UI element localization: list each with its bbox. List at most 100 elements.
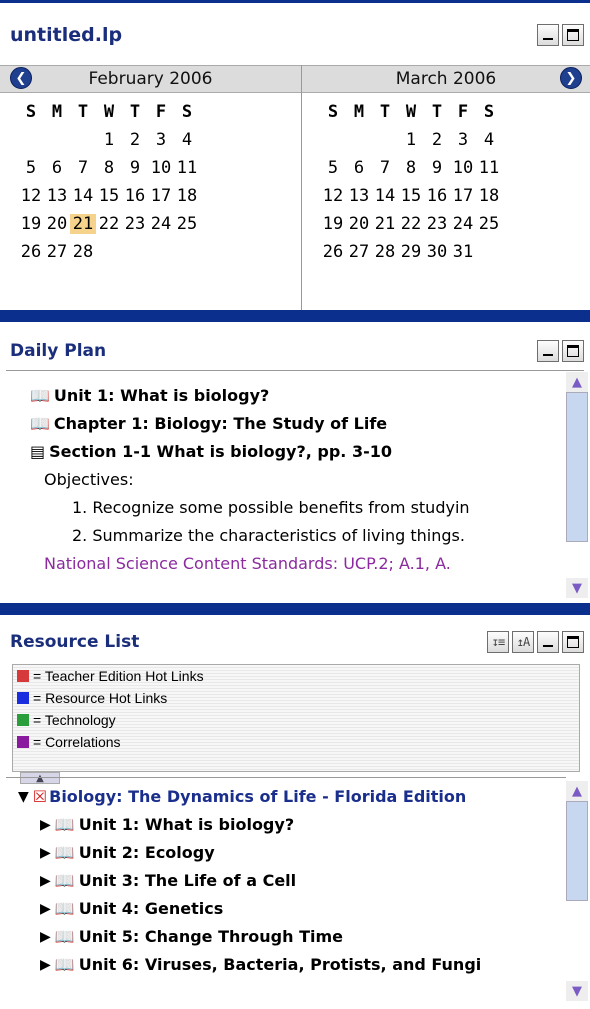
day-cell[interactable]: 7 [372,158,398,178]
day-cell[interactable]: 16 [122,186,148,206]
day-cell[interactable]: 18 [174,186,200,206]
day-cell[interactable]: 5 [320,158,346,178]
day-cell[interactable]: 1 [398,130,424,150]
maximize-button[interactable] [562,340,584,362]
day-cell[interactable]: 16 [424,186,450,206]
day-cell[interactable]: 22 [96,214,122,234]
maximize-button[interactable] [562,631,584,653]
day-cell[interactable]: 10 [450,158,476,178]
day-cell[interactable]: 24 [450,214,476,234]
day-cell[interactable]: 13 [44,186,70,206]
day-cell[interactable]: 20 [346,214,372,234]
day-cell[interactable]: 31 [450,242,476,262]
tree-unit-item[interactable]: ▶ 📖 Unit 3: The Life of a Cell [40,871,296,890]
day-cell[interactable]: 21 [372,214,398,234]
day-cell[interactable]: 4 [174,130,200,150]
day-cell[interactable]: 28 [70,242,96,262]
scroll-up-arrow-icon[interactable]: ▲ [566,372,588,392]
day-cell[interactable]: 4 [476,130,502,150]
collapsed-triangle-icon[interactable]: ▶ [40,873,51,889]
month-header-february: February 2006 [0,65,301,93]
standards-link[interactable]: National Science Content Standards: UCP.… [44,554,451,573]
day-cell[interactable]: 26 [18,242,44,262]
scroll-down-arrow-icon[interactable]: ▼ [566,578,588,598]
maximize-button[interactable] [562,24,584,46]
book-open-icon: 📖 [54,843,75,862]
tree-unit-item[interactable]: ▶ 📖 Unit 2: Ecology [40,843,215,862]
resource-list-titlebar: Resource List ↧≡ ↥A [0,625,590,659]
day-cell[interactable]: 17 [148,186,174,206]
day-cell[interactable]: 9 [424,158,450,178]
day-cell[interactable]: 23 [122,214,148,234]
day-cell[interactable]: 30 [424,242,450,262]
tree-unit-item[interactable]: ▶ 📖 Unit 4: Genetics [40,899,223,918]
day-cell[interactable]: 8 [96,158,122,178]
sort-list-icon[interactable]: ↧≡ [487,631,509,653]
tree-root[interactable]: ▼ ☒ Biology: The Dynamics of Life - Flor… [18,787,466,806]
scroll-up-arrow-icon[interactable]: ▲ [566,781,588,801]
tree-unit-item[interactable]: ▶ 📖 Unit 1: What is biology? [40,815,294,834]
daily-plan-scrollbar[interactable]: ▲ ▼ [566,372,588,598]
day-cell[interactable]: 18 [476,186,502,206]
day-cell[interactable]: 20 [44,214,70,234]
day-cell[interactable]: 2 [424,130,450,150]
day-cell[interactable]: 19 [320,214,346,234]
day-cell[interactable]: 12 [320,186,346,206]
day-cell[interactable]: 7 [70,158,96,178]
day-cell[interactable]: 11 [476,158,502,178]
minimize-button[interactable] [537,631,559,653]
collapsed-triangle-icon[interactable]: ▶ [40,901,51,917]
day-cell[interactable]: 19 [18,214,44,234]
minimize-button[interactable] [537,340,559,362]
chevron-left-icon[interactable]: ❮ [10,67,32,89]
collapsed-triangle-icon[interactable]: ▶ [40,845,51,861]
day-cell[interactable]: 26 [320,242,346,262]
day-cell[interactable]: 15 [96,186,122,206]
day-cell[interactable]: 12 [18,186,44,206]
chevron-right-icon[interactable]: ❯ [560,67,582,89]
plan-chapter[interactable]: 📖 Chapter 1: Biology: The Study of Life [30,414,387,433]
minimize-button[interactable] [537,24,559,46]
day-cell[interactable]: 25 [174,214,200,234]
day-cell[interactable]: 6 [44,158,70,178]
plan-unit[interactable]: 📖 Unit 1: What is biology? [30,386,269,405]
day-cell[interactable]: 27 [346,242,372,262]
tree-unit-item[interactable]: ▶ 📖 Unit 5: Change Through Time [40,927,343,946]
day-cell[interactable]: 9 [122,158,148,178]
collapsed-triangle-icon[interactable]: ▶ [40,957,51,973]
plan-section[interactable]: ▤ Section 1-1 What is biology?, pp. 3-10 [30,442,392,461]
resource-list-scrollbar[interactable]: ▲ ▼ [566,781,588,1001]
day-cell[interactable]: 28 [372,242,398,262]
expanded-triangle-icon[interactable]: ▼ [18,789,29,805]
day-cell[interactable]: 14 [372,186,398,206]
scroll-thumb[interactable] [566,392,588,542]
day-cell[interactable]: 14 [70,186,96,206]
day-cell[interactable]: 6 [346,158,372,178]
day-cell[interactable]: 29 [398,242,424,262]
day-cell[interactable]: 3 [450,130,476,150]
tree-unit-item[interactable]: ▶ 📖 Unit 6: Viruses, Bacteria, Protists, a… [40,955,481,974]
day-cell[interactable]: 25 [476,214,502,234]
day-cell[interactable]: 3 [148,130,174,150]
collapse-legend-icon[interactable]: ▲ [20,772,60,784]
day-cell[interactable]: 17 [450,186,476,206]
day-cell[interactable]: 27 [44,242,70,262]
scroll-thumb[interactable] [566,801,588,901]
day-cell[interactable]: 13 [346,186,372,206]
day-cell[interactable]: 24 [148,214,174,234]
day-cell[interactable]: 1 [96,130,122,150]
day-cell[interactable]: 2 [122,130,148,150]
day-cell[interactable]: 21 [70,214,96,234]
day-cell[interactable]: 5 [18,158,44,178]
day-cell[interactable]: 23 [424,214,450,234]
day-cell[interactable]: 8 [398,158,424,178]
day-cell[interactable]: 11 [174,158,200,178]
day-cell[interactable]: 22 [398,214,424,234]
collapsed-triangle-icon[interactable]: ▶ [40,929,51,945]
day-cell[interactable]: 15 [398,186,424,206]
window-title: untitled.lp [10,24,123,46]
collapsed-triangle-icon[interactable]: ▶ [40,817,51,833]
scroll-down-arrow-icon[interactable]: ▼ [566,981,588,1001]
day-cell[interactable]: 10 [148,158,174,178]
sort-alpha-icon[interactable]: ↥A [512,631,534,653]
